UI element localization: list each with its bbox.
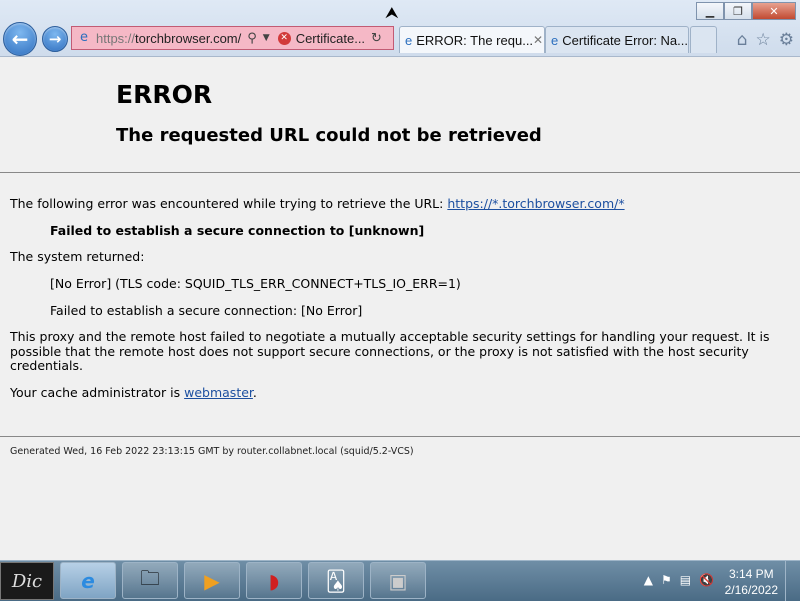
forward-button[interactable]: → [42, 26, 68, 52]
webmaster-link[interactable]: webmaster [184, 385, 253, 400]
tls-error-text: [No Error] (TLS code: SQUID_TLS_ERR_CONN… [50, 276, 461, 291]
tab-label: ERROR: The requ... [416, 32, 534, 48]
admin-prefix: Your cache administrator is [10, 385, 185, 400]
cards-icon: 🂡 [325, 568, 347, 593]
close-button[interactable]: ✕ [752, 2, 796, 20]
error-header [0, 57, 800, 173]
search-icon[interactable]: ⚲ [247, 31, 257, 46]
network-icon[interactable]: ▤ [680, 573, 691, 587]
address-bar[interactable]: e https://torchbrowser.com/ ⚲ ▼ ✕ Certif… [71, 26, 394, 50]
volume-muted-icon[interactable]: 🔇 [699, 573, 714, 587]
home-icon[interactable]: ⌂ [737, 30, 748, 50]
tray-expand-icon[interactable]: ▲ [644, 573, 653, 587]
media-player-icon: ▶ [204, 568, 220, 593]
tab-label: Certificate Error: Na... [562, 32, 688, 48]
mouse-cursor-icon: ⮝ [385, 3, 399, 22]
tab-close-icon[interactable]: ✕ [533, 33, 543, 47]
certificate-error-icon[interactable]: ✕ [277, 31, 291, 45]
admin-suffix: . [252, 385, 257, 400]
taskbar: Dic e 🗀 ▶ ◗ 🂡 ▣ ▲ ⚑ ▤ 🔇 3:14 PM 2/16/202… [0, 560, 800, 601]
favorites-star-icon[interactable]: ☆ [756, 30, 771, 50]
minimize-button[interactable]: ▁ [696, 2, 724, 20]
ie-tab-icon: e [405, 32, 413, 48]
requested-url-link[interactable]: https://*.torchbrowser.com/* [447, 196, 624, 211]
show-desktop-button[interactable] [785, 561, 800, 601]
clock-date: 2/16/2022 [724, 583, 778, 597]
program-icon: ▣ [388, 568, 408, 593]
start-button[interactable]: Dic [0, 562, 54, 600]
ie-page-icon: e [80, 30, 88, 45]
system-tray: ▲ ⚑ ▤ 🔇 [644, 573, 714, 587]
internet-explorer-icon: e [81, 568, 95, 593]
system-returned-label: The system returned: [10, 249, 145, 264]
intro-text: The following error was encountered whil… [10, 196, 448, 211]
app-icon: ◗ [268, 568, 280, 593]
tab-certificate-error[interactable]: e Certificate Error: Na... [545, 26, 689, 53]
page-title: ERROR [116, 80, 213, 109]
forward-arrow-icon: → [48, 30, 62, 48]
refresh-icon[interactable]: ↻ [371, 31, 382, 46]
dropdown-icon[interactable]: ▼ [263, 33, 270, 43]
taskbar-program-button[interactable]: ▣ [370, 562, 426, 599]
tab-error[interactable]: e ERROR: The requ... ✕ [399, 26, 545, 53]
clock-time: 3:14 PM [728, 567, 774, 581]
url-host: torchbrowser.com/ [135, 30, 242, 46]
settings-gear-icon[interactable]: ⚙ [779, 30, 794, 50]
admin-line: Your cache administrator is webmaster. [10, 385, 257, 400]
restore-button[interactable]: ❐ [724, 2, 752, 20]
clock[interactable]: 3:14 PM 2/16/2022 [725, 566, 778, 598]
taskbar-folder-button[interactable]: 🗀 [122, 562, 178, 599]
folder-icon: 🗀 [140, 565, 160, 590]
failed-connection-text: Failed to establish a secure connection … [50, 223, 425, 238]
explanation-paragraph: This proxy and the remote host failed to… [10, 329, 770, 373]
footer-divider [0, 436, 800, 437]
browser-chrome: ← → e https://torchbrowser.com/ ⚲ ▼ ✕ Ce… [0, 0, 800, 57]
browser-tools: ⌂ ☆ ⚙ [737, 30, 794, 50]
back-button[interactable]: ← [3, 22, 37, 56]
action-center-flag-icon[interactable]: ⚑ [661, 573, 672, 587]
url-scheme: https:// [96, 30, 136, 46]
footer-text: Generated Wed, 16 Feb 2022 23:13:15 GMT … [10, 446, 414, 457]
failed-secure-text: Failed to establish a secure connection:… [50, 303, 363, 318]
new-tab-button[interactable] [690, 26, 717, 53]
ie-tab-icon: e [551, 32, 559, 48]
certificate-error-label[interactable]: Certificate... [296, 31, 365, 46]
address-url[interactable]: https://torchbrowser.com/ [96, 31, 241, 46]
window-controls: ▁ ❐ ✕ [696, 2, 796, 20]
taskbar-solitaire-button[interactable]: 🂡 [308, 562, 364, 599]
back-arrow-icon: ← [11, 27, 29, 51]
page-subtitle: The requested URL could not be retrieved [116, 125, 542, 146]
taskbar-ie-button[interactable]: e [60, 562, 116, 599]
taskbar-media-button[interactable]: ▶ [184, 562, 240, 599]
intro-line: The following error was encountered whil… [10, 196, 625, 211]
taskbar-app-button[interactable]: ◗ [246, 562, 302, 599]
